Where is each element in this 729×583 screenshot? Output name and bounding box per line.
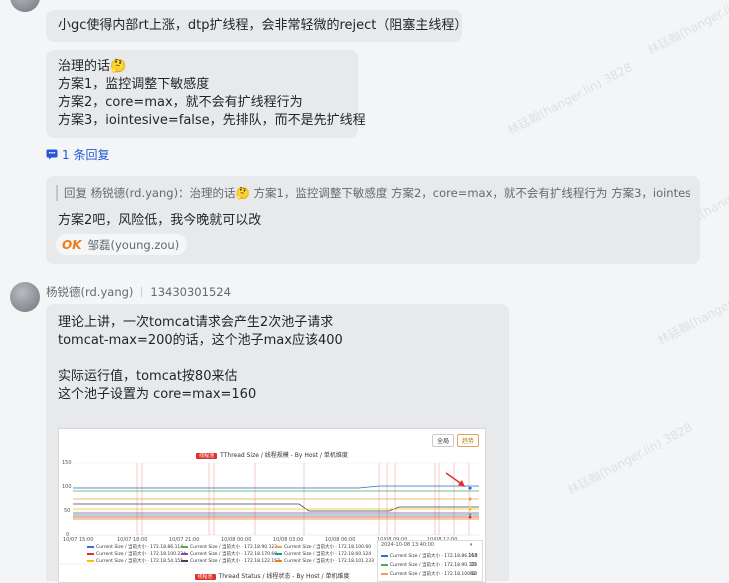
- message-bubble: 小gc使得内部rt上涨，dtp扩线程，会非常轻微的reject（阻塞主线程）: [46, 10, 468, 42]
- thread-icon: [46, 149, 58, 160]
- message-text: 实际运行值，tomcat按80来估: [58, 369, 238, 384]
- watermark: 林廷翰(hanger.lin) 3828: [645, 0, 729, 58]
- series-lines: [73, 485, 479, 520]
- panel-tag: 线程池: [194, 574, 216, 580]
- legend-item: Current Size / 当前大小 · 172.18.60.124: [275, 551, 371, 557]
- x-tick-label: 10/07 21:00: [169, 537, 200, 543]
- message-bubble: 治理的话🤔 方案1，监控调整下敏感度 方案2，core=max，就不会有扩线程行…: [46, 50, 366, 138]
- message-text: 小gc使得内部rt上涨，dtp扩线程，会非常轻微的reject（阻塞主线程）: [58, 18, 468, 33]
- thread-replies-link[interactable]: 1 条回复: [46, 146, 109, 163]
- legend-item: Current Size / 当前大小 · 172.18.100.224: [87, 551, 186, 557]
- legend-item: Current Size / 当前大小 · 172.18.54.155: [87, 558, 183, 564]
- legend-item: Current Size / 当前大小 · 172.18.100.60: [275, 544, 371, 550]
- annotation-arrow: [445, 472, 465, 487]
- reply-quote[interactable]: 回复 杨锐德(rd.yang)：治理的话🤔 方案1，监控调整下敏感度 方案2，c…: [56, 185, 690, 201]
- message-text: 这个池子设置为 core=max=160: [58, 387, 257, 402]
- ok-emoji-icon: OK: [62, 237, 82, 252]
- panel-title: 线程池 Thread Status / 线程状态 - By Host / 单机维度: [59, 571, 485, 580]
- y-tick-label: 100: [62, 484, 72, 490]
- y-tick-label: 50: [64, 508, 71, 514]
- watermark: 林廷翰(hanger.lin) 3828: [655, 270, 729, 348]
- tooltip-row: Current Size / 当前大小 · 172.18.90.123: [381, 562, 477, 568]
- message-text: 方案1，监控调整下敏感度: [58, 77, 210, 92]
- reaction-user: 邹磊(young.zou): [87, 237, 180, 252]
- legend-item: Current Size / 当前大小 · 172.18.170.60: [181, 551, 277, 557]
- watermark: 林廷翰(hanger.lin) 3828: [565, 420, 695, 498]
- message-text: [58, 350, 343, 368]
- panel-title-text: Thread Status / 线程状态 - By Host / 单机维度: [218, 573, 350, 580]
- message-text: 方案3，iointesive=false，先排队，而不是先扩线程: [58, 113, 366, 128]
- message-text: 治理的话🤔: [58, 59, 127, 74]
- y-tick-label: 150: [62, 460, 72, 466]
- divider: [141, 287, 143, 297]
- reply-text: 方案2吧，风险低，我今晚就可以改: [58, 213, 262, 228]
- legend-item: Current Size / 当前大小 · 172.18.86.114: [87, 544, 183, 550]
- x-tick-label: 10/07 18:00: [117, 537, 148, 543]
- legend-item: Current Size / 当前大小 · 172.18.90.123: [181, 544, 277, 550]
- x-tick-label: 10/08 06:00: [325, 537, 356, 543]
- legend-item: Current Size / 当前大小 · 172.18.101.233: [275, 558, 374, 564]
- series-line: [73, 503, 479, 512]
- message-text: 方案2，core=max，就不会有扩线程行为: [58, 95, 303, 110]
- watermark: 林廷翰(hanger.lin) 3828: [505, 60, 635, 138]
- tooltip-value: 160: [468, 553, 478, 559]
- message-text: 理论上讲，一次tomcat请求会产生2次池子请求: [58, 315, 334, 330]
- sender-phone: 13430301524: [150, 285, 231, 299]
- x-tick-label: 10/08 03:00: [273, 537, 304, 543]
- legend-item: Current Size / 当前大小 · 172.18.122.157: [181, 558, 280, 564]
- x-tick-label: 10/08 00:00: [221, 537, 252, 543]
- thread-replies-count: 1 条回复: [62, 148, 110, 162]
- avatar[interactable]: [10, 282, 40, 312]
- message-text: tomcat-max=200的话，这个池子max应该400: [58, 333, 343, 348]
- tooltip-row: Current Size / 当前大小 · 172.18.86.114: [381, 553, 477, 559]
- tooltip-time: 2024-10-08 13:40:00: [381, 542, 435, 548]
- reply-card[interactable]: 回复 杨锐德(rd.yang)：治理的话🤔 方案1，监控调整下敏感度 方案2，c…: [46, 176, 700, 264]
- tooltip-value: 78: [470, 562, 477, 568]
- sender-name[interactable]: 杨锐德(rd.yang): [46, 284, 133, 300]
- image-attachment[interactable]: 全局 趋势 线程池 TThread Size / 线程规模 - By Host /…: [58, 428, 486, 583]
- tooltip-controls: ⏸: [470, 542, 473, 548]
- reaction-chip[interactable]: OK 邹磊(young.zou): [56, 234, 188, 255]
- sender-meta: 杨锐德(rd.yang) 13430301524: [46, 284, 231, 300]
- message-bubble: 理论上讲，一次tomcat请求会产生2次池子请求 tomcat-max=200的…: [46, 304, 509, 583]
- x-tick-label: 10/07 15:00: [63, 537, 94, 543]
- avatar[interactable]: [10, 0, 40, 12]
